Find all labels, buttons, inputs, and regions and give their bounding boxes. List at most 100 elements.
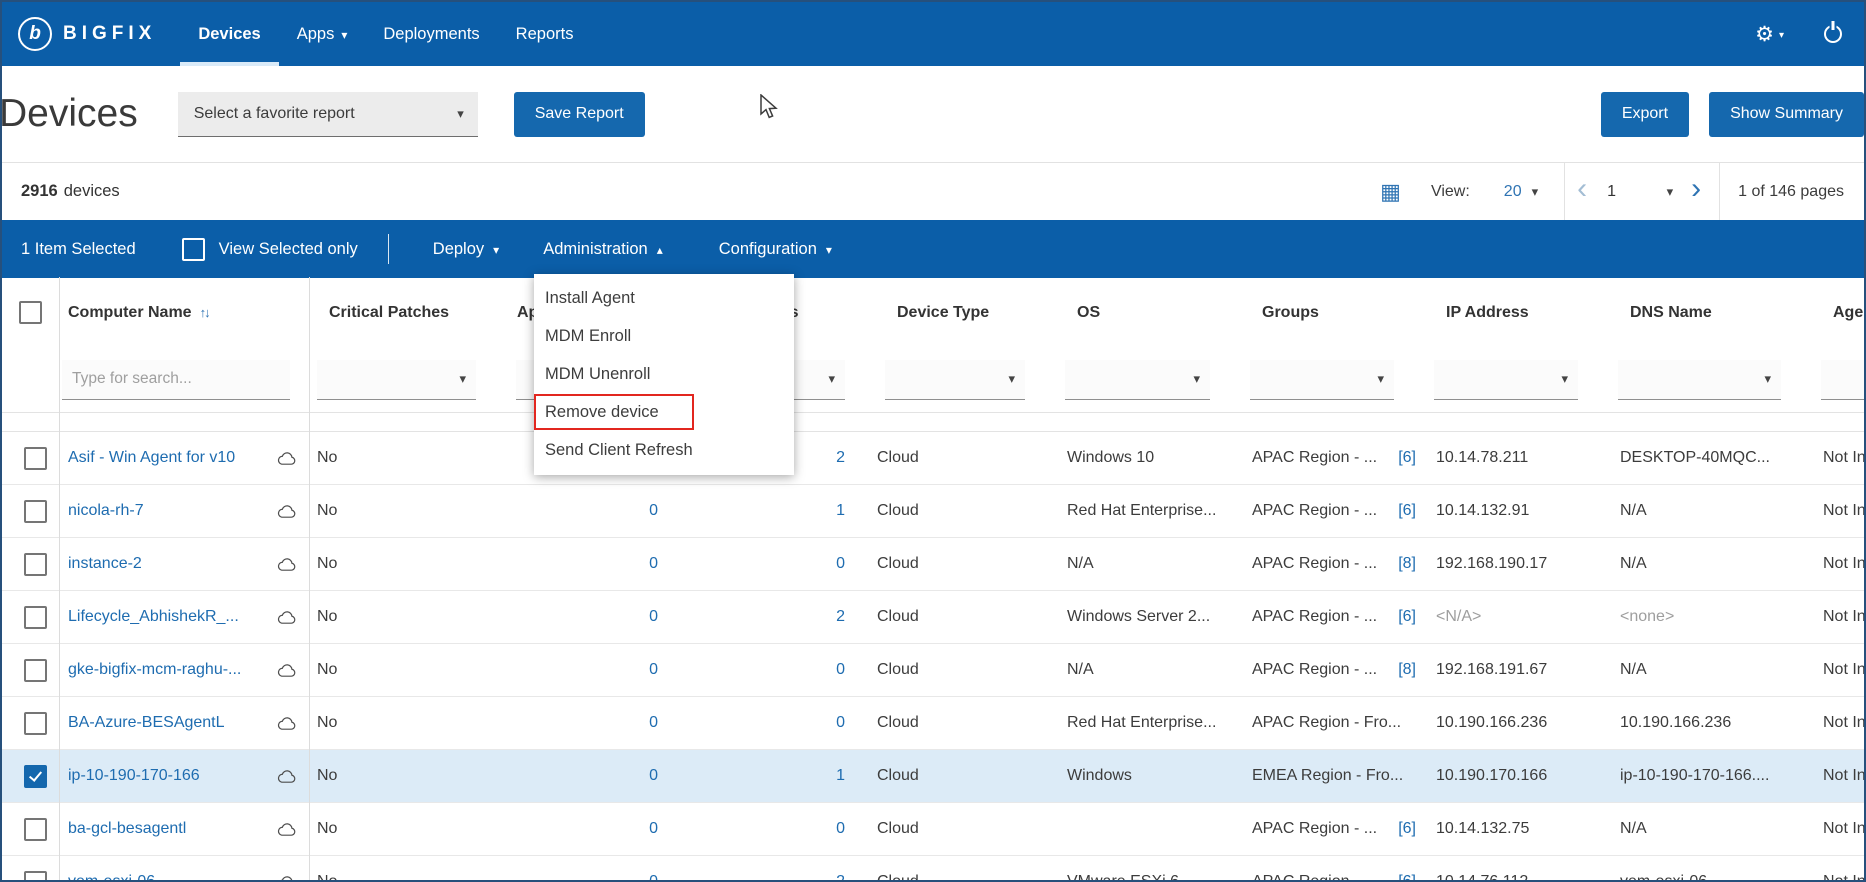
row-checkbox[interactable] (24, 818, 47, 841)
nav-tab-devices[interactable]: Devices (180, 2, 278, 66)
group-count-link[interactable]: [6] (1398, 608, 1416, 626)
column-header-agent-status[interactable]: Agent Status (1813, 304, 1866, 322)
applicable-patches-link[interactable]: 0 (649, 661, 658, 679)
table-row[interactable]: instance-2No00CloudN/AAPAC Region - ...[… (2, 538, 1864, 591)
deployments-link[interactable]: 2 (836, 449, 845, 467)
deploy-menu-button[interactable]: Deploy (433, 240, 499, 259)
export-button[interactable]: Export (1601, 92, 1689, 137)
menu-item-mdm-enroll[interactable]: MDM Enroll (534, 317, 794, 355)
nav-tab-deployments[interactable]: Deployments (365, 2, 497, 66)
row-checkbox[interactable] (24, 765, 47, 788)
column-header-computer-name[interactable]: Computer Name (59, 304, 309, 322)
deployments-link[interactable]: 0 (836, 714, 845, 732)
computer-name-link[interactable]: ip-10-190-170-166 (68, 767, 200, 785)
row-checkbox[interactable] (24, 500, 47, 523)
computer-name-link[interactable]: instance-2 (68, 555, 142, 573)
deployments-link[interactable]: 0 (836, 555, 845, 573)
ip-address-filter[interactable] (1434, 360, 1578, 400)
favorite-report-select[interactable]: Select a favorite report (178, 92, 478, 137)
group-count-link[interactable]: [6] (1398, 820, 1416, 838)
row-checkbox-cell (2, 606, 59, 629)
group-count-link[interactable]: [8] (1398, 661, 1416, 679)
computer-name-link[interactable]: vem-esxi-06 (68, 873, 155, 882)
row-checkbox[interactable] (24, 712, 47, 735)
group-count-link[interactable]: [6] (1398, 873, 1416, 882)
menu-item-send-client-refresh[interactable]: Send Client Refresh (534, 431, 794, 469)
dns-name-filter[interactable] (1618, 360, 1781, 400)
nav-tab-reports[interactable]: Reports (498, 2, 592, 66)
table-row[interactable]: ip-10-190-170-166No01CloudWindowsEMEA Re… (2, 750, 1864, 803)
applicable-patches-link[interactable]: 0 (649, 555, 658, 573)
device-type-cell: Cloud (877, 873, 1057, 882)
computer-name-link[interactable]: ba-gcl-besagentl (68, 820, 186, 838)
column-header-dns-name[interactable]: DNS Name (1610, 304, 1813, 322)
next-page-button[interactable] (1691, 174, 1701, 204)
row-checkbox[interactable] (24, 659, 47, 682)
administration-menu-button[interactable]: Administration (543, 240, 663, 259)
dns-name-cell: DESKTOP-40MQC... (1610, 449, 1813, 467)
menu-item-install-agent[interactable]: Install Agent (534, 279, 794, 317)
computer-name-link[interactable]: nicola-rh-7 (68, 502, 144, 520)
agent-status-filter[interactable] (1821, 360, 1866, 400)
group-count-link[interactable]: [6] (1398, 502, 1416, 520)
computer-name-link[interactable]: Lifecycle_AbhishekR_... (68, 608, 239, 626)
column-header-critical-patches[interactable]: Critical Patches (309, 304, 508, 322)
applicable-patches-link[interactable]: 0 (649, 502, 658, 520)
table-row[interactable]: nicola-rh-7No01CloudRed Hat Enterprise..… (2, 485, 1864, 538)
applicable-patches-link[interactable]: 0 (649, 767, 658, 785)
computer-name-link[interactable]: BA-Azure-BESAgentL (68, 714, 225, 732)
deployments-link[interactable]: 0 (836, 820, 845, 838)
previous-page-button[interactable] (1577, 174, 1587, 204)
row-checkbox[interactable] (24, 606, 47, 629)
deployments-link[interactable]: 2 (836, 873, 845, 882)
grid-view-icon[interactable] (1380, 179, 1401, 205)
os-filter[interactable] (1065, 360, 1210, 400)
table-row[interactable]: Lifecycle_AbhishekR_...No02CloudWindows … (2, 591, 1864, 644)
table-row[interactable]: gke-bigfix-mcm-raghu-...No00CloudN/AAPAC… (2, 644, 1864, 697)
search-input[interactable] (62, 360, 290, 400)
critical-patches-filter[interactable] (317, 360, 476, 400)
applicable-patches-link[interactable]: 0 (649, 873, 658, 882)
table-row[interactable]: ba-gcl-besagentlNo00CloudAPAC Region - .… (2, 803, 1864, 856)
applicable-patches-link[interactable]: 0 (649, 608, 658, 626)
column-header-groups[interactable]: Groups (1242, 304, 1426, 322)
sort-icon[interactable] (200, 304, 209, 322)
row-checkbox-cell (2, 871, 59, 882)
computer-name-link[interactable]: gke-bigfix-mcm-raghu-... (68, 661, 241, 679)
applicable-patches-link[interactable]: 0 (649, 714, 658, 732)
applicable-patches-link[interactable]: 0 (649, 820, 658, 838)
table-row[interactable]: BA-Azure-BESAgentLNo00CloudRed Hat Enter… (2, 697, 1864, 750)
group-count-link[interactable]: [6] (1398, 449, 1416, 467)
column-header-label: Computer Name (68, 304, 192, 322)
page-size-select[interactable]: 20 (1504, 183, 1538, 201)
table-row[interactable]: vem-esxi-06No02CloudVMware ESXi 6...APAC… (2, 856, 1864, 882)
logout-button[interactable] (1824, 25, 1842, 43)
computer-name-link[interactable]: Asif - Win Agent for v10 (68, 449, 235, 467)
deployments-link[interactable]: 2 (836, 608, 845, 626)
menu-item-mdm-unenroll[interactable]: MDM Unenroll (534, 355, 794, 393)
table-row[interactable]: Asif - Win Agent for v10No2CloudWindows … (2, 432, 1864, 485)
column-header-device-type[interactable]: Device Type (877, 304, 1057, 322)
select-all-checkbox[interactable] (19, 301, 42, 324)
groups-filter[interactable] (1250, 360, 1394, 400)
table-filter-row (2, 347, 1864, 413)
menu-item-remove-device[interactable]: Remove device (534, 394, 694, 430)
deployments-link[interactable]: 1 (836, 767, 845, 785)
device-type-filter[interactable] (885, 360, 1025, 400)
column-header-ip-address[interactable]: IP Address (1426, 304, 1610, 322)
row-checkbox[interactable] (24, 871, 47, 882)
row-checkbox[interactable] (24, 447, 47, 470)
save-report-button[interactable]: Save Report (514, 92, 645, 137)
configuration-menu-button[interactable]: Configuration (719, 240, 832, 259)
settings-menu-button[interactable] (1755, 22, 1784, 47)
bigfix-logo[interactable]: BIGFIX (2, 2, 156, 66)
current-page-select[interactable]: 1 (1607, 183, 1673, 201)
nav-tab-apps[interactable]: Apps (279, 2, 366, 66)
row-checkbox[interactable] (24, 553, 47, 576)
deployments-link[interactable]: 0 (836, 661, 845, 679)
view-selected-only-checkbox[interactable] (182, 238, 205, 261)
show-summary-button[interactable]: Show Summary (1709, 92, 1864, 137)
group-count-link[interactable]: [8] (1398, 555, 1416, 573)
deployments-link[interactable]: 1 (836, 502, 845, 520)
column-header-os[interactable]: OS (1057, 304, 1242, 322)
